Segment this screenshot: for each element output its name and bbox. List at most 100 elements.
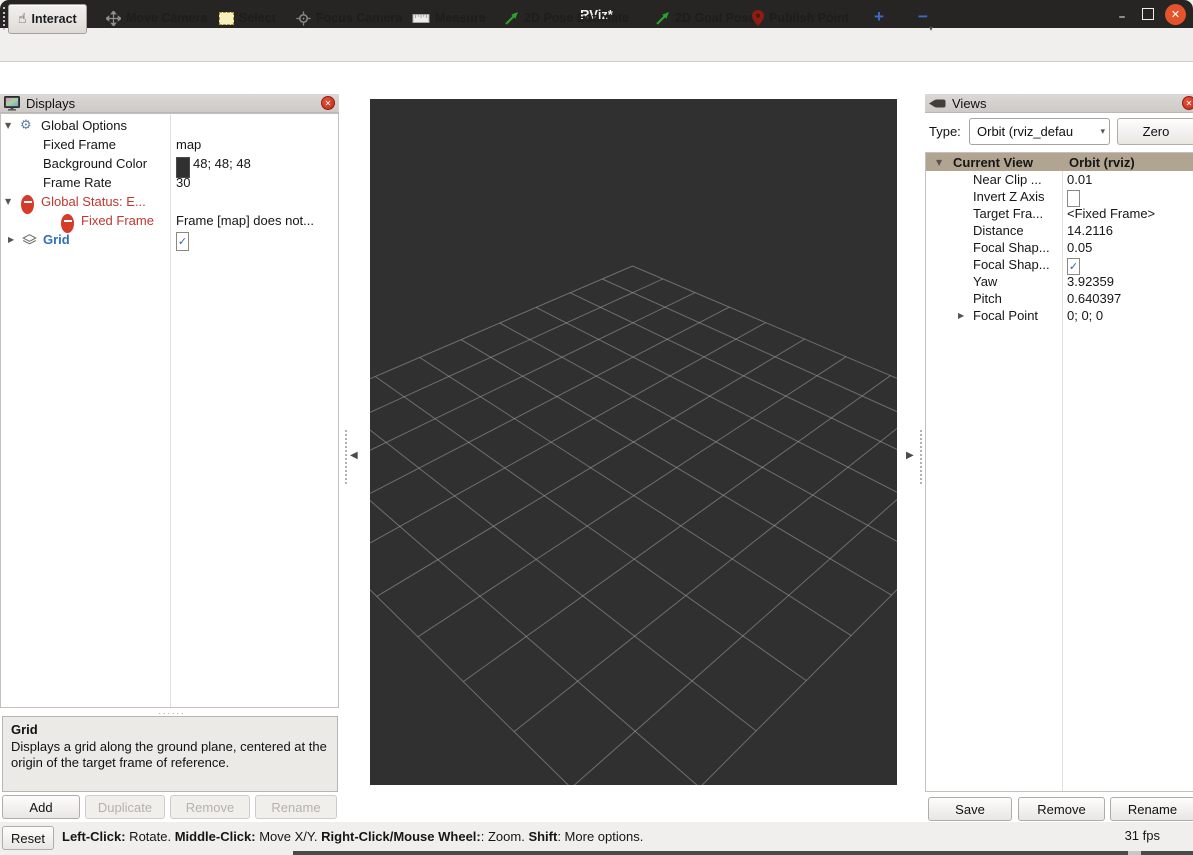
left-gutter-dots — [345, 430, 349, 484]
check-icon: ✓ — [1069, 259, 1078, 274]
move-arrows-icon — [106, 11, 121, 26]
tree-row-distance[interactable]: Distance 14.2116 — [926, 222, 1193, 239]
tool-2d-pose-estimate[interactable]: 2D Pose Estimate — [504, 4, 629, 32]
remove-display-button[interactable]: Remove — [170, 795, 250, 819]
toolbar: ☝ Interact Move Camera Select Focus Came… — [0, 25, 1193, 62]
hand-pointer-icon: ☝ — [18, 11, 27, 27]
tree-row-background-color[interactable]: Background Color 48; 48; 48 — [1, 154, 338, 173]
view-type-label: Type: — [929, 118, 961, 145]
viewport[interactable] — [370, 99, 897, 785]
camcorder-icon — [929, 98, 946, 109]
mouse-help-text: Left-Click: Rotate. Middle-Click: Move X… — [62, 822, 643, 850]
tree-row-frame-rate[interactable]: Frame Rate 30 — [1, 173, 338, 192]
tree-row-pitch[interactable]: Pitch 0.640397 — [926, 290, 1193, 307]
fixed-frame-value[interactable]: map — [176, 135, 201, 154]
near-clip-value[interactable]: 0.01 — [1067, 171, 1092, 188]
tree-row-focal-point[interactable]: ▶ Focal Point 0; 0; 0 — [926, 307, 1193, 324]
reset-button[interactable]: Reset — [2, 826, 54, 850]
green-arrow-icon — [504, 11, 519, 26]
close-button[interactable]: ✕ — [1165, 4, 1186, 25]
add-display-button[interactable]: Add — [2, 795, 80, 819]
background-color-value[interactable]: 48; 48; 48 — [193, 154, 251, 173]
bottom-edge-strip — [293, 851, 1193, 855]
focal-point-value[interactable]: 0; 0; 0 — [1067, 307, 1103, 324]
green-arrow-icon — [655, 11, 670, 26]
tree-row-target-frame[interactable]: Target Fra... <Fixed Frame> — [926, 205, 1193, 222]
expander-open-icon[interactable]: ▼ — [5, 116, 11, 135]
frame-rate-value[interactable]: 30 — [176, 173, 190, 192]
tree-row-grid[interactable]: ▶ Grid ✓ — [1, 230, 338, 249]
toolbar-drag-handle[interactable] — [3, 7, 7, 30]
rename-view-button[interactable]: Rename — [1110, 797, 1193, 821]
minimize-button[interactable]: – — [1113, 6, 1131, 22]
viewport-grid-svg[interactable] — [370, 99, 897, 785]
expander-closed-icon[interactable]: ▶ — [8, 230, 14, 249]
tool-move-camera[interactable]: Move Camera — [106, 4, 207, 32]
map-pin-icon — [752, 10, 764, 26]
tool-2d-goal-pose[interactable]: 2D Goal Pose — [655, 4, 756, 32]
views-panel-header[interactable]: Views ✕ — [925, 94, 1193, 113]
description-body: Displays a grid along the ground plane, … — [11, 739, 329, 772]
expander-open-icon[interactable]: ▼ — [936, 153, 942, 171]
chevron-down-icon: ▾ — [1100, 127, 1105, 137]
rviz-window: { "window": { "title": "RViz*" }, "menu_… — [0, 0, 1193, 855]
zero-view-button[interactable]: Zero — [1117, 118, 1193, 145]
selection-box-icon — [219, 12, 234, 25]
grid-enabled-checkbox[interactable]: ✓ — [176, 232, 189, 251]
crosshair-icon — [296, 11, 311, 26]
fixed-frame-error-value: Frame [map] does not... — [176, 211, 314, 230]
displays-panel-header[interactable]: Displays ✕ — [0, 94, 339, 113]
tree-row-global-status[interactable]: ▼ Global Status: E... — [1, 192, 338, 211]
views-tree[interactable]: ▼ Current View Orbit (rviz) Near Clip ..… — [925, 152, 1193, 792]
close-icon: ✕ — [1171, 8, 1180, 21]
description-title: Grid — [11, 722, 329, 739]
tool-interact[interactable]: ☝ Interact — [8, 4, 87, 34]
toolbar-overflow-arrow-icon[interactable]: ▾ — [929, 24, 933, 33]
grid-icon — [22, 230, 37, 249]
views-close-button[interactable]: ✕ — [1182, 96, 1193, 110]
expander-open-icon[interactable]: ▼ — [5, 192, 11, 211]
duplicate-display-button[interactable]: Duplicate — [85, 795, 165, 819]
tree-row-yaw[interactable]: Yaw 3.92359 — [926, 273, 1193, 290]
tree-row-near-clip[interactable]: Near Clip ... 0.01 — [926, 171, 1193, 188]
panel-splitter-handle[interactable]: ...... — [150, 709, 194, 713]
displays-tree[interactable]: ▼ ⚙ Global Options Fixed Frame map Backg… — [0, 113, 339, 708]
ruler-icon — [412, 14, 430, 23]
tree-row-fixed-frame[interactable]: Fixed Frame map — [1, 135, 338, 154]
right-gutter-dots — [920, 430, 924, 484]
bottom-edge-notch — [1128, 851, 1141, 855]
rename-display-button[interactable]: Rename — [255, 795, 337, 819]
close-icon: ✕ — [1186, 99, 1193, 108]
tree-row-fixed-frame-error[interactable]: Fixed Frame Frame [map] does not... — [1, 211, 338, 230]
views-panel-title: Views — [952, 96, 986, 111]
maximize-button[interactable] — [1142, 8, 1154, 20]
collapse-left-handle[interactable]: ◀ — [350, 450, 358, 461]
expander-closed-icon[interactable]: ▶ — [958, 307, 964, 324]
close-icon: ✕ — [325, 99, 332, 108]
displays-close-button[interactable]: ✕ — [321, 96, 335, 110]
fps-counter: 31 fps — [1125, 828, 1160, 843]
gear-icon: ⚙ — [20, 116, 32, 135]
add-tool-button[interactable]: + — [868, 4, 890, 30]
tree-row-current-view[interactable]: ▼ Current View Orbit (rviz) — [926, 153, 1193, 171]
tree-row-focal-shape-size[interactable]: Focal Shap... 0.05 — [926, 239, 1193, 256]
collapse-right-handle[interactable]: ▶ — [906, 450, 914, 461]
tool-publish-point[interactable]: Publish Point — [752, 4, 849, 32]
tool-measure[interactable]: Measure — [412, 4, 486, 32]
target-frame-value[interactable]: <Fixed Frame> — [1067, 205, 1155, 222]
rviz-monitor-icon — [4, 96, 20, 111]
tree-row-global-options[interactable]: ▼ ⚙ Global Options — [1, 116, 338, 135]
remove-view-button[interactable]: Remove — [1018, 797, 1105, 821]
check-icon: ✓ — [178, 233, 187, 250]
save-view-button[interactable]: Save — [928, 797, 1012, 821]
pitch-value[interactable]: 0.640397 — [1067, 290, 1121, 307]
displays-panel-title: Displays — [26, 96, 75, 111]
focal-shape-size-value[interactable]: 0.05 — [1067, 239, 1092, 256]
tool-focus-camera[interactable]: Focus Camera — [296, 4, 402, 32]
tree-row-invert-z[interactable]: Invert Z Axis — [926, 188, 1193, 205]
yaw-value[interactable]: 3.92359 — [1067, 273, 1114, 290]
tool-select[interactable]: Select — [219, 4, 276, 32]
tree-row-focal-shape-fixed[interactable]: Focal Shap... ✓ — [926, 256, 1193, 273]
view-type-dropdown[interactable]: Orbit (rviz_defau ▾ — [969, 118, 1110, 145]
distance-value[interactable]: 14.2116 — [1067, 222, 1113, 239]
